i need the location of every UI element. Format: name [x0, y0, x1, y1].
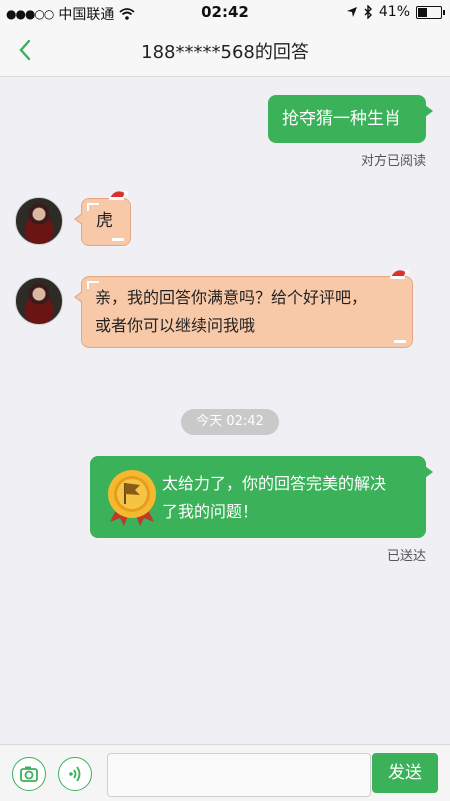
santa-hat-icon — [390, 269, 410, 279]
message-bubble-received[interactable]: 虎 — [74, 198, 131, 246]
nav-bar: 188*****568的回答 — [0, 24, 450, 77]
message-text: 虎 — [96, 211, 113, 231]
battery-icon — [416, 5, 445, 19]
medal-icon — [108, 470, 156, 526]
input-bar: 发送 — [0, 744, 450, 801]
status-bar: ●●●○○ 中国联通 02:42 41% — [0, 0, 450, 24]
message-input[interactable] — [107, 753, 371, 797]
read-status: 对方已阅读 — [360, 154, 426, 169]
voice-button[interactable] — [58, 757, 92, 791]
message-bubble-sent[interactable]: 抢夺猜一种生肖 — [268, 95, 433, 143]
message-bubble-received[interactable]: 亲，我的回答你满意吗？给个好评吧， 或者你可以继续问我哦 — [74, 276, 413, 348]
bluetooth-icon — [364, 5, 372, 19]
message-text: 抢夺猜一种生肖 — [282, 109, 401, 129]
time-divider: 今天 02:42 — [181, 409, 279, 435]
location-arrow-icon — [346, 7, 357, 17]
message-text-line2: 了我的问题！ — [162, 502, 259, 521]
message-text-line1: 亲，我的回答你满意吗？给个好评吧， — [95, 288, 368, 307]
battery-percent: 41% — [378, 4, 410, 20]
send-button[interactable]: 发送 — [372, 753, 438, 793]
voice-icon — [69, 766, 81, 782]
page-title: 188*****568的回答 — [141, 42, 309, 63]
santa-hat-icon — [109, 190, 129, 200]
camera-icon — [20, 766, 38, 782]
delivery-status: 已送达 — [386, 549, 426, 564]
camera-button[interactable] — [12, 757, 46, 791]
avatar[interactable] — [15, 277, 63, 325]
avatar[interactable] — [15, 197, 63, 245]
message-text-line2: 或者你可以继续问我哦 — [95, 316, 256, 335]
message-text-line1: 太给力了，你的回答完美的解决 — [162, 474, 387, 493]
